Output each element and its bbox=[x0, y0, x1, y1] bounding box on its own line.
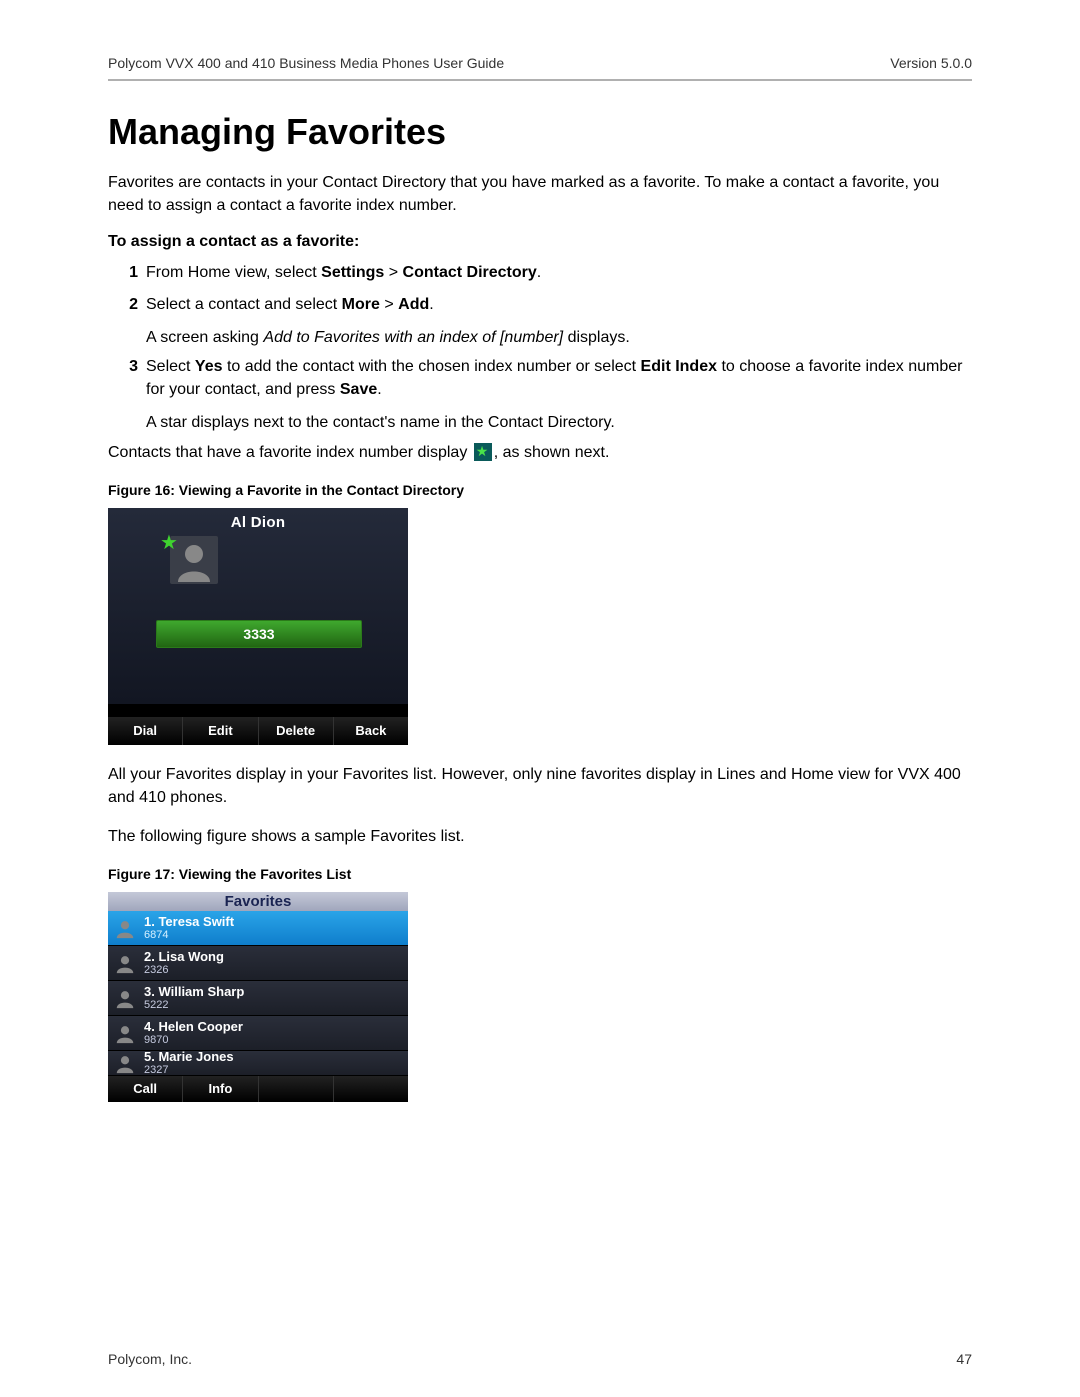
step2-substep: A screen asking Add to Favorites with an… bbox=[146, 326, 972, 349]
doc-version: Version 5.0.0 bbox=[890, 55, 972, 71]
footer-company: Polycom, Inc. bbox=[108, 1351, 192, 1367]
favorite-name: 2. Lisa Wong bbox=[144, 950, 408, 964]
favorite-name: 5. Marie Jones bbox=[144, 1050, 408, 1064]
softkey-back[interactable]: Back bbox=[334, 717, 408, 745]
favorite-name: 4. Helen Cooper bbox=[144, 1020, 408, 1034]
phone-screenshot-favorites-list: Favorites 1. Teresa Swift68742. Lisa Won… bbox=[108, 892, 408, 1102]
favorite-row[interactable]: 5. Marie Jones2327 bbox=[108, 1051, 408, 1076]
favorite-name: 3. William Sharp bbox=[144, 985, 408, 999]
star-icon bbox=[474, 443, 492, 461]
steps-list-cont: 3 Select Yes to add the contact with the… bbox=[108, 355, 972, 401]
steps-list: 1 From Home view, select Settings > Cont… bbox=[108, 261, 972, 315]
favorite-number: 5222 bbox=[144, 999, 408, 1011]
favorite-number: 2327 bbox=[144, 1064, 408, 1076]
softkey-info[interactable]: Info bbox=[183, 1076, 258, 1102]
step3-text: Select Yes to add the contact with the c… bbox=[146, 355, 972, 401]
paragraph-after-fig16: All your Favorites display in your Favor… bbox=[108, 763, 972, 809]
softkey-edit[interactable]: Edit bbox=[183, 717, 258, 745]
subhead-assign: To assign a contact as a favorite: bbox=[108, 233, 972, 251]
figure16-caption: Figure 16: Viewing a Favorite in the Con… bbox=[108, 482, 972, 498]
avatar-icon bbox=[114, 1052, 136, 1074]
avatar-icon bbox=[114, 1022, 136, 1044]
avatar-icon bbox=[114, 987, 136, 1009]
favorites-header: Favorites bbox=[108, 892, 408, 911]
favorite-row[interactable]: 1. Teresa Swift6874 bbox=[108, 911, 408, 946]
contact-name-title: Al Dion bbox=[108, 514, 408, 531]
favorite-row[interactable]: 2. Lisa Wong2326 bbox=[108, 946, 408, 981]
step-number: 2 bbox=[108, 293, 146, 316]
favorite-row[interactable]: 3. William Sharp5222 bbox=[108, 981, 408, 1016]
softkey-empty: . bbox=[334, 1076, 408, 1102]
step-number: 3 bbox=[108, 355, 146, 401]
phone-number-button[interactable]: 3333 bbox=[156, 620, 362, 648]
step2-text: Select a contact and select More > Add. bbox=[146, 293, 972, 316]
softkey-empty: . bbox=[259, 1076, 334, 1102]
header-divider bbox=[108, 79, 972, 81]
step1-text: From Home view, select Settings > Contac… bbox=[146, 261, 972, 284]
phone-screenshot-contact-directory: Al Dion ★ 3333 Dial Edit Delete Back bbox=[108, 508, 408, 745]
favorite-number: 6874 bbox=[144, 929, 408, 941]
doc-title: Polycom VVX 400 and 410 Business Media P… bbox=[108, 55, 504, 71]
softkey-delete[interactable]: Delete bbox=[259, 717, 334, 745]
step3-substep: A star displays next to the contact's na… bbox=[146, 411, 972, 434]
favorite-number: 2326 bbox=[144, 964, 408, 976]
intro-paragraph: Favorites are contacts in your Contact D… bbox=[108, 171, 972, 217]
avatar-icon bbox=[114, 952, 136, 974]
figure17-caption: Figure 17: Viewing the Favorites List bbox=[108, 866, 972, 882]
step-number: 1 bbox=[108, 261, 146, 284]
favorite-name: 1. Teresa Swift bbox=[144, 915, 408, 929]
page-title: Managing Favorites bbox=[108, 111, 972, 153]
softkey-call[interactable]: Call bbox=[108, 1076, 183, 1102]
footer-page-number: 47 bbox=[956, 1351, 972, 1367]
softkey-row: Dial Edit Delete Back bbox=[108, 717, 408, 745]
favorite-number: 9870 bbox=[144, 1034, 408, 1046]
favorite-star-icon: ★ bbox=[160, 530, 178, 555]
favorite-row[interactable]: 4. Helen Cooper9870 bbox=[108, 1016, 408, 1051]
softkey-dial[interactable]: Dial bbox=[108, 717, 183, 745]
avatar-icon bbox=[114, 917, 136, 939]
paragraph-fig17-intro: The following figure shows a sample Favo… bbox=[108, 825, 972, 848]
after-steps-paragraph: Contacts that have a favorite index numb… bbox=[108, 441, 972, 464]
favorites-softkey-row: Call Info . . bbox=[108, 1076, 408, 1102]
